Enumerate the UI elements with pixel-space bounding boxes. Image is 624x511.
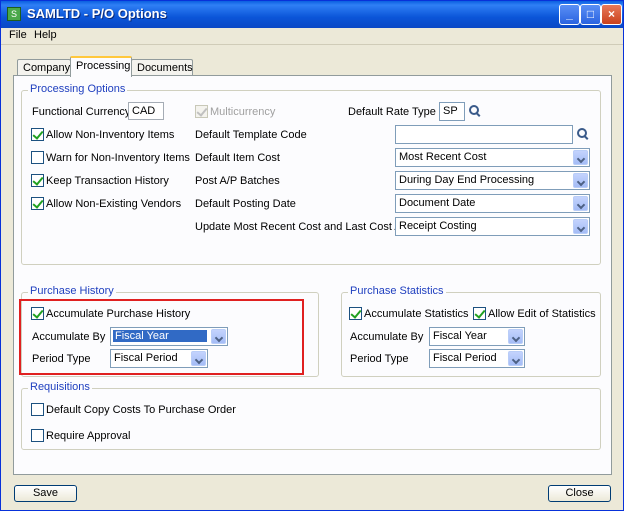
default-rate-type-input[interactable]: SP [439,102,465,121]
post-ap-batches-label: Post A/P Batches [195,175,280,187]
allow-non-existing-vendors-checkbox[interactable] [31,197,44,210]
default-template-code-label: Default Template Code [195,129,307,141]
chevron-down-icon[interactable] [573,219,588,234]
save-button[interactable]: Save [14,485,77,502]
default-posting-date-label: Default Posting Date [195,198,296,210]
post-ap-batches-select[interactable]: During Day End Processing [395,171,590,190]
highlight-annotation [19,299,304,375]
allow-edit-statistics-label: Allow Edit of Statistics [488,308,596,320]
purchase-history-title: Purchase History [28,285,116,297]
functional-currency-label: Functional Currency [32,106,131,118]
warn-non-inventory-label: Warn for Non-Inventory Items [46,152,190,164]
default-rate-type-label: Default Rate Type [348,106,436,118]
tab-processing[interactable]: Processing [70,56,132,77]
chevron-down-icon[interactable] [573,173,588,188]
close-button[interactable]: Close [548,485,611,502]
update-recent-cost-label: Update Most Recent Cost and Last Cost At [195,221,405,233]
multicurrency-label: Multicurrency [210,106,276,118]
menu-file[interactable]: File [9,29,27,41]
rate-type-search-icon[interactable] [469,105,481,117]
keep-transaction-history-checkbox[interactable] [31,174,44,187]
accumulate-statistics-checkbox[interactable] [349,307,362,320]
menu-help[interactable]: Help [34,29,57,41]
update-recent-cost-value: Receipt Costing [399,220,477,232]
chevron-down-icon[interactable] [508,329,523,344]
default-copy-costs-label: Default Copy Costs To Purchase Order [46,404,236,416]
default-item-cost-value: Most Recent Cost [399,151,487,163]
processing-options-title: Processing Options [28,83,128,95]
functional-currency-value: CAD [128,102,164,120]
allow-non-inventory-checkbox[interactable] [31,128,44,141]
default-item-cost-label: Default Item Cost [195,152,280,164]
default-posting-date-select[interactable]: Document Date [395,194,590,213]
allow-edit-statistics-checkbox[interactable] [473,307,486,320]
window-title: SAMLTD - P/O Options [27,6,167,21]
chevron-down-icon[interactable] [573,196,588,211]
chevron-down-icon[interactable] [573,150,588,165]
template-code-search-icon[interactable] [577,128,589,140]
maximize-button[interactable]: □ [580,4,601,25]
requisitions-title: Requisitions [28,381,92,393]
ps-accumulate-by-value: Fiscal Year [433,330,487,342]
warn-non-inventory-checkbox[interactable] [31,151,44,164]
default-template-code-input[interactable] [395,125,573,144]
app-icon: S [7,7,21,21]
ps-accumulate-by-select[interactable]: Fiscal Year [429,327,525,346]
allow-non-existing-vendors-label: Allow Non-Existing Vendors [46,198,182,210]
accumulate-statistics-label: Accumulate Statistics [364,308,469,320]
default-posting-date-value: Document Date [399,197,476,209]
purchase-statistics-title: Purchase Statistics [348,285,446,297]
title-bar: S SAMLTD - P/O Options _ □ × [1,1,623,28]
ps-period-type-select[interactable]: Fiscal Period [429,349,525,368]
chevron-down-icon[interactable] [508,351,523,366]
default-item-cost-select[interactable]: Most Recent Cost [395,148,590,167]
allow-non-inventory-label: Allow Non-Inventory Items [46,129,175,141]
default-copy-costs-checkbox[interactable] [31,403,44,416]
close-window-button[interactable]: × [601,4,622,25]
menu-bar: File Help [1,28,623,45]
update-recent-cost-select[interactable]: Receipt Costing [395,217,590,236]
ps-accumulate-by-label: Accumulate By [350,331,424,343]
ps-period-type-value: Fiscal Period [433,352,497,364]
post-ap-batches-value: During Day End Processing [399,174,535,186]
ps-period-type-label: Period Type [350,353,409,365]
keep-transaction-history-label: Keep Transaction History [46,175,169,187]
multicurrency-checkbox[interactable] [195,105,208,118]
require-approval-label: Require Approval [46,430,131,442]
minimize-button[interactable]: _ [559,4,580,25]
app-window: S SAMLTD - P/O Options _ □ × File Help C… [0,0,624,511]
require-approval-checkbox[interactable] [31,429,44,442]
